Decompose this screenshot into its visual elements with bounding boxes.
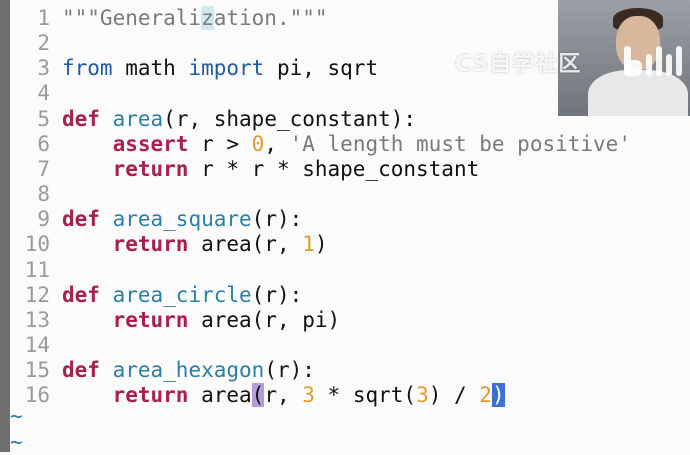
code-token: import <box>188 56 265 81</box>
code-text[interactable]: return area(r, 3 * sqrt(3) / 2) <box>62 383 505 408</box>
code-token: r * r * shape_constant <box>188 156 480 181</box>
code-text[interactable]: def area_hexagon(r): <box>62 358 315 383</box>
line-number: 15 <box>24 358 50 383</box>
code-token: (r): <box>251 282 303 307</box>
code-token: def <box>62 207 100 232</box>
code-token: ) <box>314 232 328 257</box>
code-token: (r): <box>251 207 303 232</box>
line-number: 6 <box>37 131 50 156</box>
code-token: , <box>264 131 290 156</box>
code-token: def <box>62 282 100 307</box>
code-token: r, <box>264 383 303 408</box>
bilibili-logo <box>624 46 682 76</box>
window-edge <box>0 0 10 452</box>
code-token: area_circle <box>112 282 252 307</box>
code-token: area(r, <box>188 232 303 257</box>
code-token: return <box>112 232 189 257</box>
line-number: 3 <box>37 56 50 81</box>
code-token: assert <box>112 131 189 156</box>
empty-buffer-tilde: ~ <box>10 404 23 429</box>
code-token: return <box>112 307 189 332</box>
code-token: 'A length must be positive' <box>289 131 631 156</box>
code-token: area <box>112 106 164 131</box>
code-token: math <box>112 56 189 81</box>
code-token: def <box>62 358 100 383</box>
code-token: area(r, pi) <box>188 307 341 332</box>
line-number: 12 <box>24 282 50 307</box>
line-number: 5 <box>37 106 50 131</box>
code-text[interactable]: return area(r, 1) <box>62 232 328 257</box>
code-token: area_square <box>112 207 252 232</box>
code-text[interactable]: from math import pi, sqrt <box>62 56 378 81</box>
code-token: 0 <box>251 131 265 156</box>
code-token: return <box>112 383 189 408</box>
code-token: area <box>188 383 252 408</box>
watermark-text: CS自学社区 <box>455 52 582 77</box>
code-text[interactable]: return area(r, pi) <box>62 307 341 333</box>
code-text[interactable]: def area_circle(r): <box>62 283 302 308</box>
code-token: """Generali <box>62 6 202 30</box>
line-number: 13 <box>24 307 50 332</box>
code-token: (r): <box>264 358 315 383</box>
code-token: 3 <box>416 383 429 408</box>
code-text[interactable]: def area_square(r): <box>62 207 302 232</box>
line-number: 1 <box>37 6 50 30</box>
line-number: 10 <box>24 232 50 257</box>
code-text[interactable]: return r * r * shape_constant <box>62 156 480 182</box>
line-number: 14 <box>24 332 50 357</box>
code-text[interactable]: assert r > 0, 'A length must be positive… <box>62 132 631 157</box>
code-token: 2 <box>479 383 492 408</box>
code-token: ( <box>251 383 265 408</box>
code-token: 1 <box>302 232 315 257</box>
line-number: 9 <box>37 207 50 232</box>
code-token: z <box>201 6 214 30</box>
code-token: r > <box>188 131 252 156</box>
empty-buffer-tilde: ~ <box>10 429 23 454</box>
code-token: area_hexagon <box>112 358 265 383</box>
text-cursor: ) <box>491 383 505 408</box>
code-token: from <box>62 56 113 81</box>
code-token: (r, shape_constant): <box>163 106 417 131</box>
code-token: def <box>62 106 100 131</box>
line-number: 11 <box>24 257 50 282</box>
code-text[interactable]: """Generalization.""" <box>62 6 328 31</box>
code-token: 3 <box>302 383 315 408</box>
line-number: 8 <box>37 182 50 207</box>
line-number: 2 <box>37 31 50 56</box>
code-token: ) / <box>428 383 480 408</box>
code-token: pi, sqrt <box>264 56 379 81</box>
line-number: 4 <box>37 81 50 106</box>
code-token: ation.""" <box>213 6 328 30</box>
code-token: * sqrt( <box>314 383 417 408</box>
line-number: 7 <box>37 156 50 181</box>
code-text[interactable]: def area(r, shape_constant): <box>62 107 416 132</box>
code-token: return <box>112 156 189 181</box>
